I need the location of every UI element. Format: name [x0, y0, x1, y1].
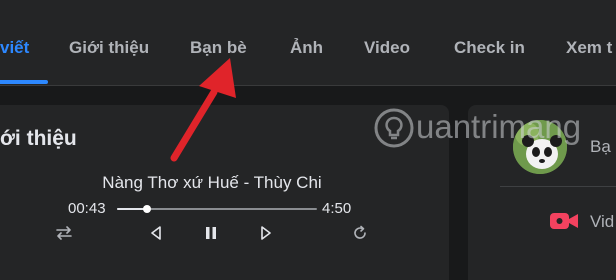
annotation-arrow-head: [199, 58, 236, 98]
annotation-arrow-shaft: [170, 88, 218, 162]
annotation-arrow: [170, 58, 236, 162]
